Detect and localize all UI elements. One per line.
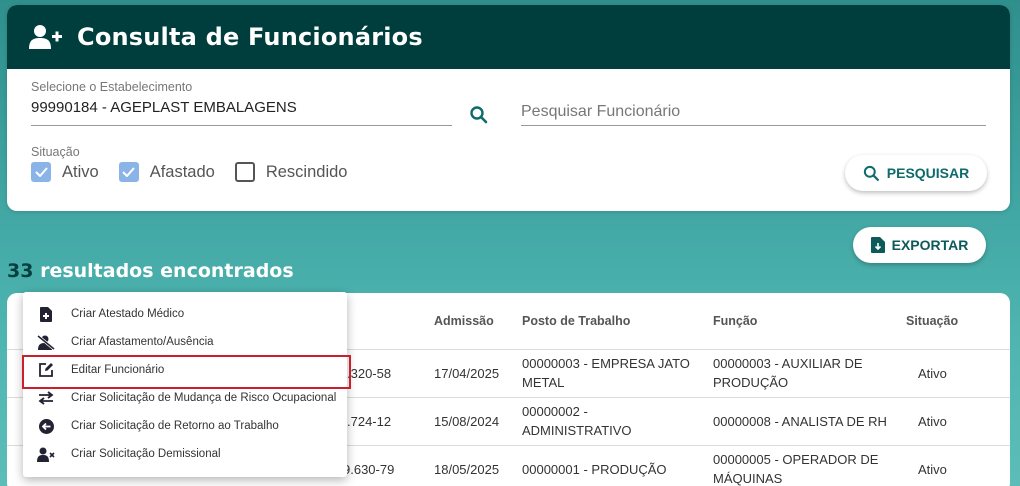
- search-button[interactable]: PESQUISAR: [845, 155, 987, 191]
- cell-document: .320-58: [347, 366, 392, 381]
- checkbox-label: Rescindido: [265, 162, 348, 181]
- checkbox-ativo[interactable]: Ativo: [31, 162, 99, 182]
- menu-item-label: Criar Afastamento/Ausência: [71, 336, 214, 348]
- add-user-icon: [29, 25, 62, 49]
- cell-admissao: 15/08/2024: [434, 414, 500, 429]
- situation-label: Situação: [31, 145, 80, 159]
- checkbox-afastado[interactable]: Afastado: [118, 162, 215, 182]
- employee-search-input[interactable]: [521, 98, 986, 126]
- cell-situacao: Ativo: [918, 462, 947, 477]
- search-icon[interactable]: [469, 105, 489, 125]
- search-icon: [863, 165, 879, 181]
- cell-funcao-line2: MÁQUINAS: [713, 471, 783, 486]
- cell-posto-line1: 00000002 -: [522, 404, 588, 419]
- cell-posto-line2: METAL: [522, 375, 565, 390]
- page-header: Consulta de Funcionários: [7, 5, 1010, 69]
- menu-item-afastamento[interactable]: Criar Afastamento/Ausência: [23, 328, 347, 356]
- column-header-situacao[interactable]: Situação: [906, 314, 958, 328]
- file-download-icon: [870, 237, 885, 253]
- cell-situacao: Ativo: [918, 366, 947, 381]
- medical-file-icon: [37, 306, 55, 322]
- checkbox-label: Afastado: [149, 162, 215, 181]
- menu-item-label: Criar Solicitação de Retorno ao Trabalho: [71, 420, 279, 432]
- cell-posto-line1: 00000003 - EMPRESA JATO: [522, 356, 690, 371]
- context-menu: Criar Atestado Médico Criar Afastamento/…: [22, 292, 351, 477]
- edit-icon: [37, 362, 55, 378]
- arrow-left-circle-icon: [37, 418, 55, 434]
- cell-document: 9.630-79: [343, 462, 395, 477]
- cell-posto-line1: 00000001 - PRODUÇÃO: [522, 462, 667, 477]
- cell-funcao-line2: PRODUÇÃO: [713, 375, 789, 390]
- menu-item-retorno-trabalho[interactable]: Criar Solicitação de Retorno ao Trabalho: [23, 412, 347, 440]
- cell-funcao-line1: 00000008 - ANALISTA DE RH: [713, 414, 887, 429]
- cell-funcao-line1: 00000003 - AUXILIAR DE: [713, 356, 863, 371]
- checkbox-rescindido[interactable]: Rescindido: [234, 162, 348, 182]
- results-label: resultados encontrados: [40, 260, 294, 282]
- results-number: 33: [7, 260, 34, 282]
- user-remove-icon: [37, 446, 55, 462]
- column-header-funcao[interactable]: Função: [713, 314, 757, 328]
- cell-admissao: 18/05/2025: [434, 462, 500, 477]
- menu-item-demissional[interactable]: Criar Solicitação Demissional: [23, 440, 347, 468]
- swap-arrows-icon: [37, 390, 55, 406]
- checkbox-checked-icon: [118, 162, 139, 182]
- cell-situacao: Ativo: [918, 414, 947, 429]
- cell-document: .724-12: [347, 414, 392, 429]
- search-card: Consulta de Funcionários Selecione o Est…: [7, 5, 1010, 211]
- establishment-select[interactable]: 99990184 - AGEPLAST EMBALAGENS: [31, 99, 297, 116]
- situation-checkboxes: Ativo Afastado Rescindido: [31, 162, 367, 182]
- checkbox-checked-icon: [31, 162, 51, 182]
- cell-admissao: 17/04/2025: [434, 366, 500, 381]
- menu-item-label: Editar Funcionário: [71, 364, 165, 376]
- cell-posto-line2: ADMINISTRATIVO: [522, 423, 632, 438]
- menu-item-mudanca-risco[interactable]: Criar Solicitação de Mudança de Risco Oc…: [23, 384, 347, 412]
- menu-item-atestado[interactable]: Criar Atestado Médico: [23, 300, 347, 328]
- export-button-label: EXPORTAR: [891, 237, 969, 253]
- cell-funcao-line1: 00000005 - OPERADOR DE: [713, 452, 879, 467]
- column-header-posto[interactable]: Posto de Trabalho: [522, 314, 630, 328]
- menu-item-label: Criar Atestado Médico: [71, 308, 185, 320]
- checkbox-unchecked-icon: [234, 162, 255, 182]
- user-slash-icon: [37, 334, 55, 350]
- results-count: 33 resultados encontrados: [7, 260, 294, 282]
- search-button-label: PESQUISAR: [886, 165, 970, 181]
- page-title: Consulta de Funcionários: [77, 23, 423, 51]
- establishment-underline: [31, 125, 452, 126]
- menu-item-editar-funcionario[interactable]: Editar Funcionário: [22, 355, 351, 389]
- menu-item-label: Criar Solicitação Demissional: [71, 448, 221, 460]
- column-header-admissao[interactable]: Admissão: [434, 314, 494, 328]
- menu-item-label: Criar Solicitação de Mudança de Risco Oc…: [71, 392, 337, 404]
- establishment-label: Selecione o Estabelecimento: [31, 80, 193, 94]
- checkbox-label: Ativo: [62, 162, 99, 181]
- export-button[interactable]: EXPORTAR: [853, 227, 986, 263]
